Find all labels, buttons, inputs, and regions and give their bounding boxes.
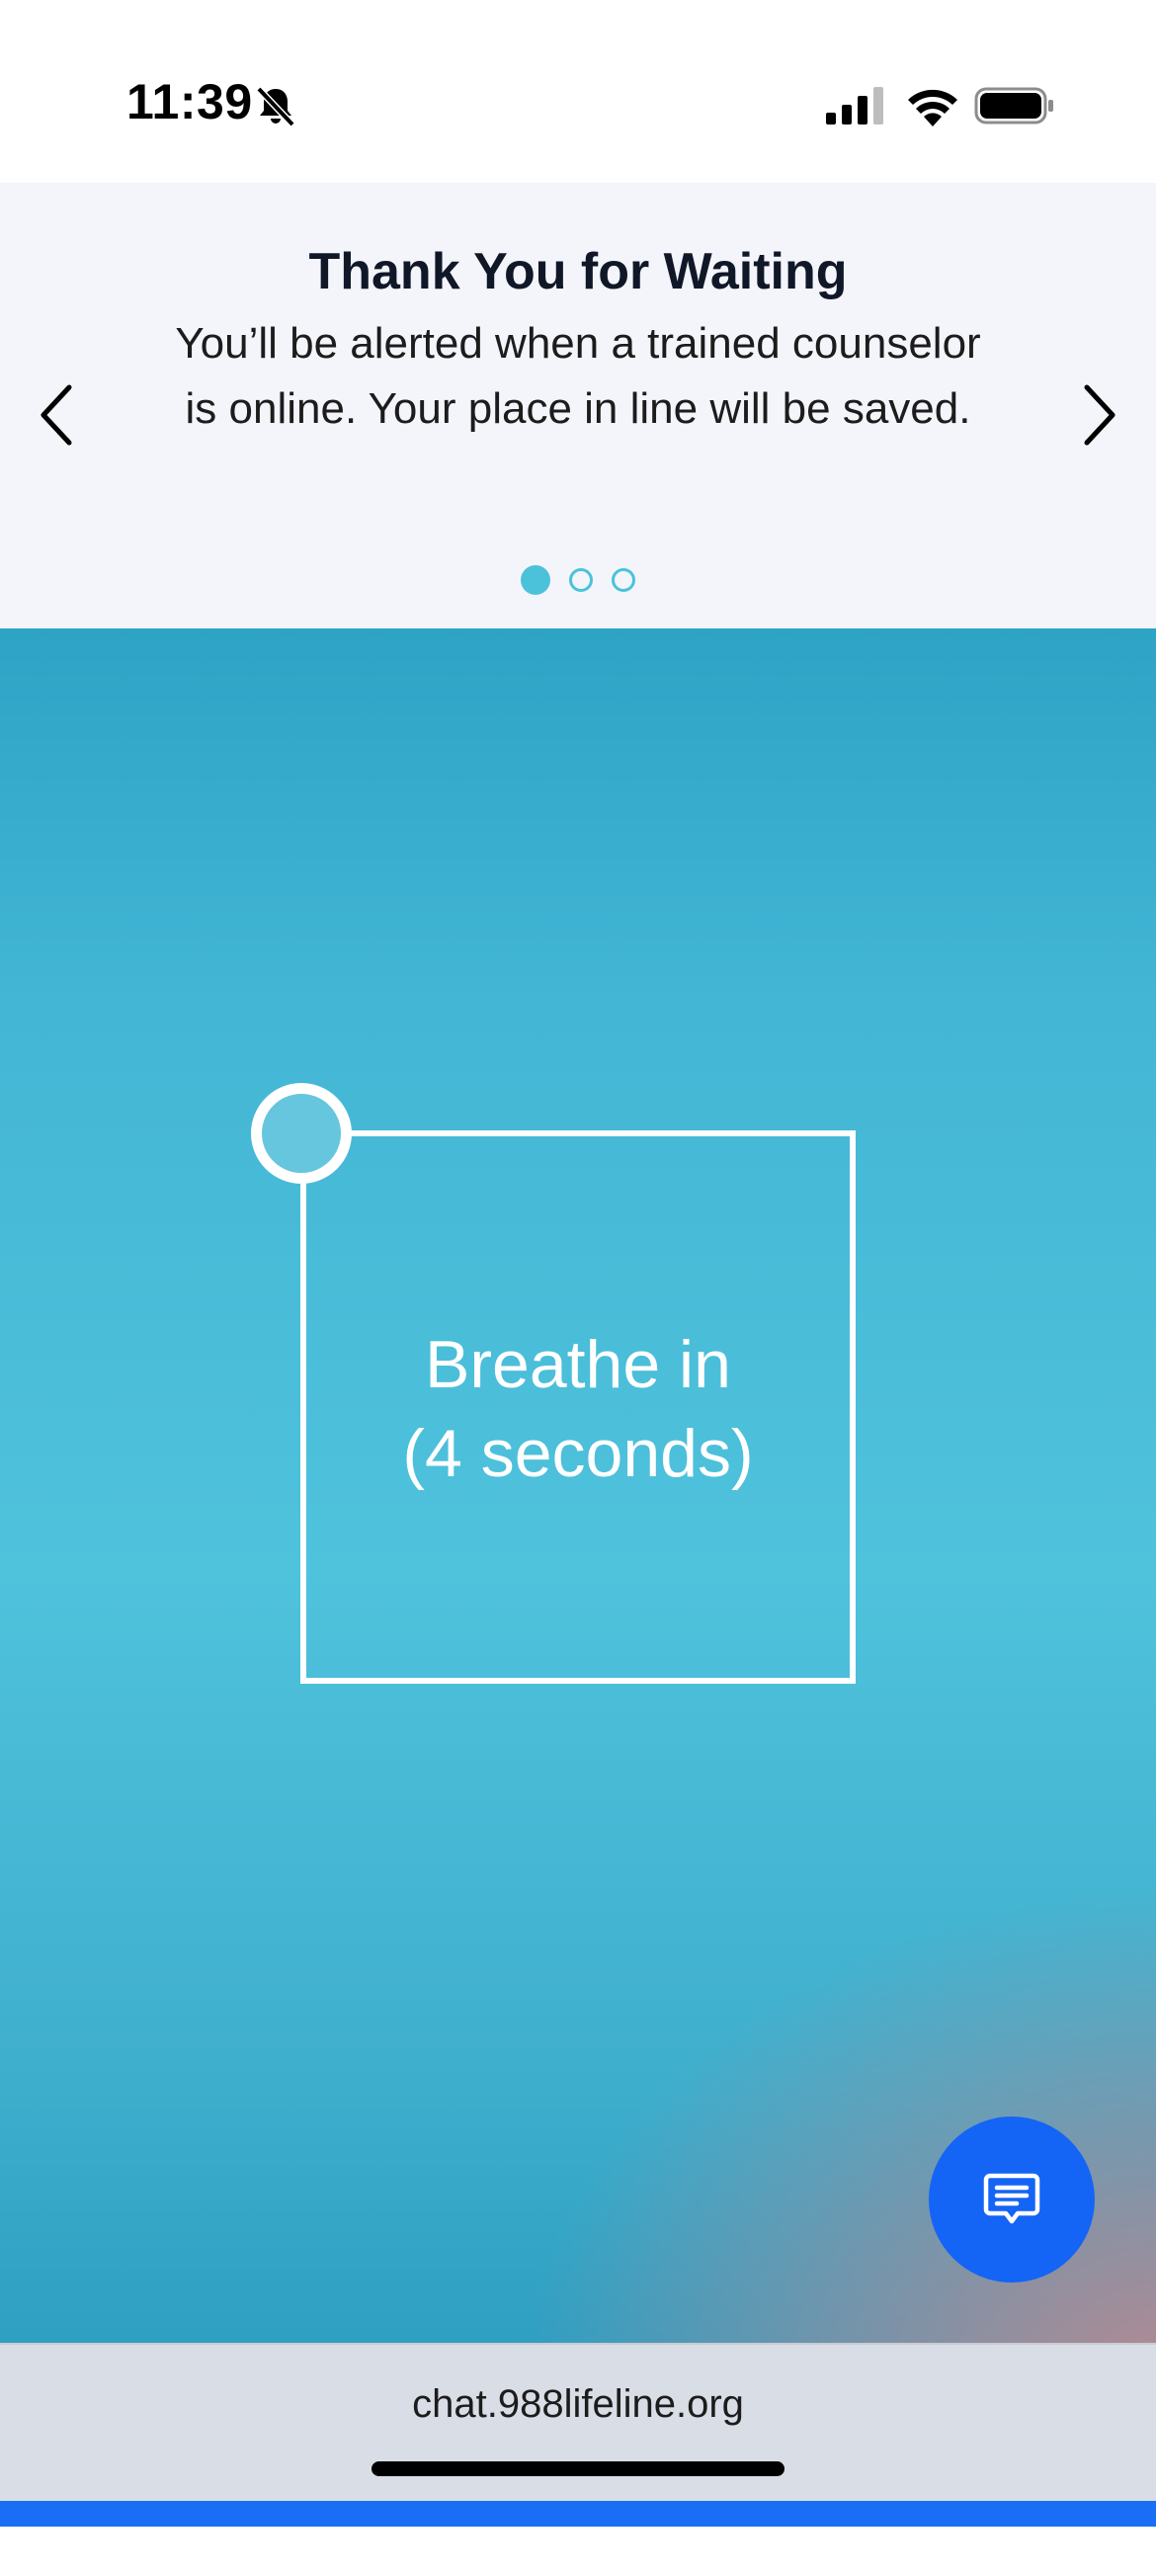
wifi-icon [908,89,957,126]
home-indicator[interactable] [372,2461,784,2476]
chat-bubble-icon [983,2173,1040,2224]
breathing-exercise: Breathe in (4 seconds) [0,628,1156,2343]
pagination-dot-3[interactable] [612,568,635,592]
next-slide-button[interactable] [1073,375,1122,455]
breathing-instruction-line2: (4 seconds) [402,1416,754,1491]
pagination-dot-1[interactable] [521,565,550,595]
carousel-pagination [0,565,1156,595]
bell-slash-icon [256,86,295,127]
browser-address-bar[interactable]: chat.988lifeline.org [0,2343,1156,2501]
breathing-progress-dot [251,1083,352,1184]
page-load-progress [0,2501,1156,2527]
banner-message: You’ll be alerted when a trained counsel… [175,319,981,433]
chat-button[interactable] [929,2117,1095,2283]
status-bar: 11:39 [0,0,1156,183]
previous-slide-button[interactable] [34,375,83,455]
banner-title: Thank You for Waiting [308,243,848,300]
cellular-signal-icon [826,87,883,125]
breathing-instruction-line1: Breathe in [425,1327,731,1402]
pagination-dot-2[interactable] [569,568,593,592]
address-url[interactable]: chat.988lifeline.org [0,2382,1156,2427]
waiting-banner: Thank You for Waiting You’ll be alerted … [0,183,1156,628]
status-time: 11:39 [126,74,253,129]
battery-icon [974,87,1053,125]
bottom-safe-area [0,2527,1156,2576]
chevron-left-icon [41,384,72,446]
breathing-instruction: Breathe in (4 seconds) [300,1320,856,1498]
chevron-right-icon [1084,384,1115,446]
